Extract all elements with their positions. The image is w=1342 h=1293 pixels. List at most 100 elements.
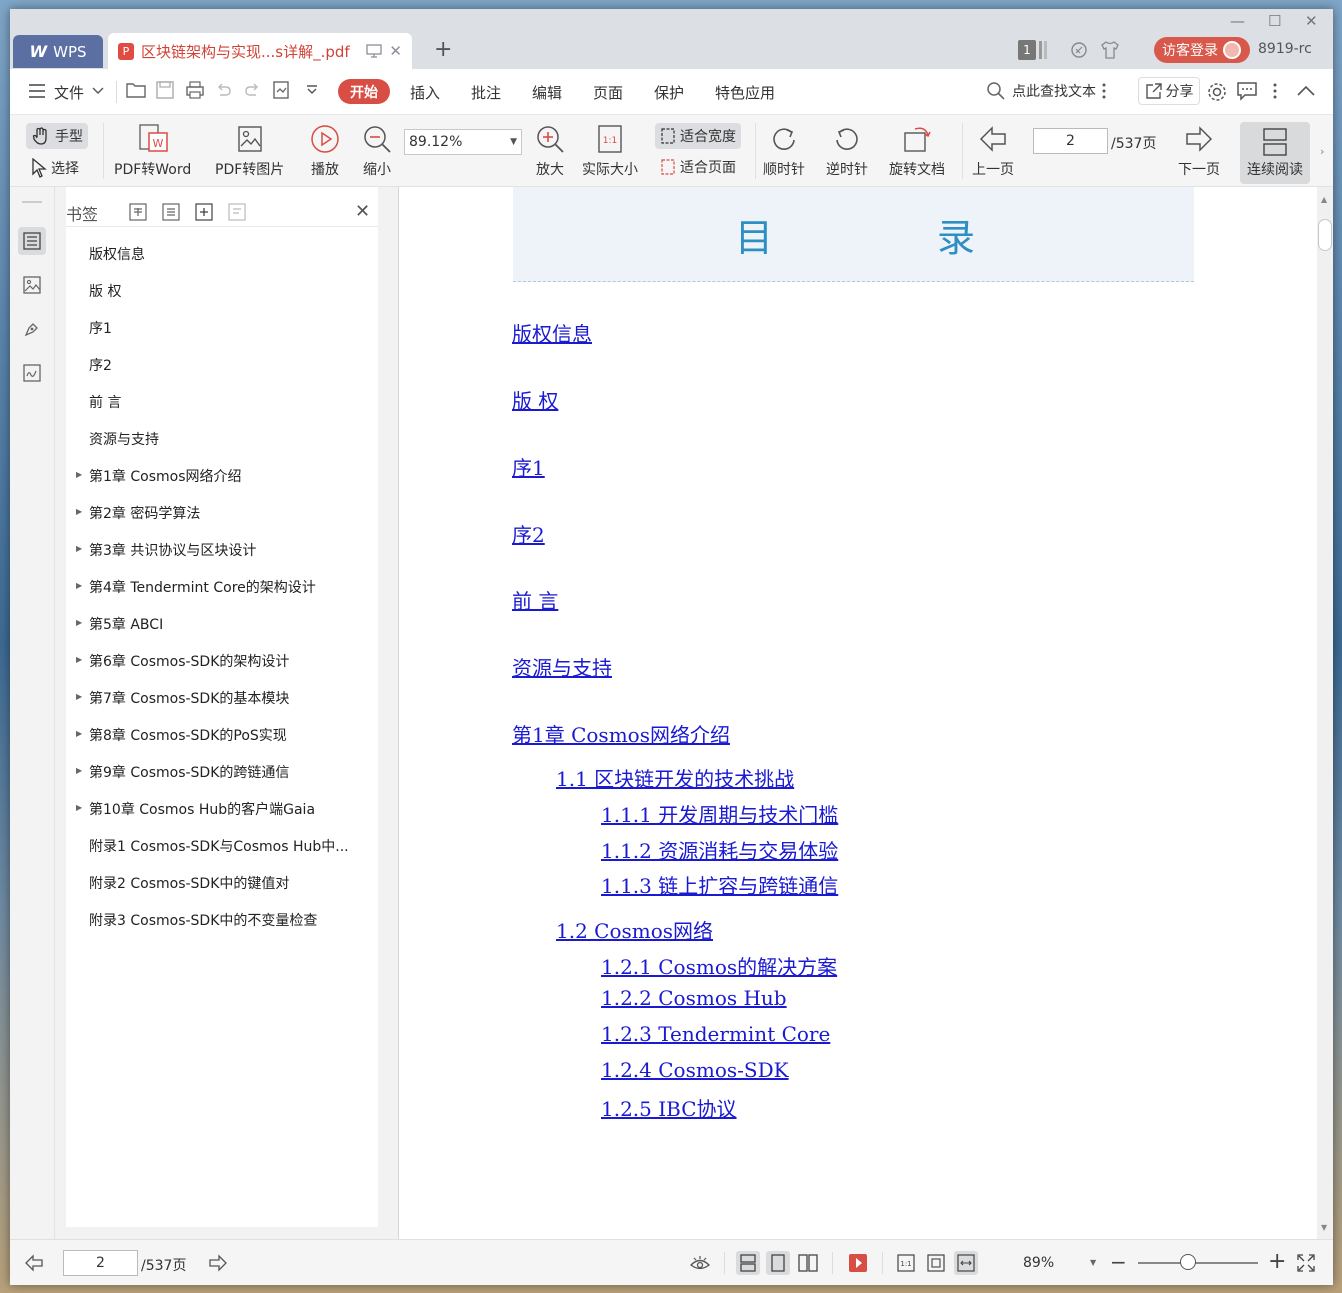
thumbnails-panel-icon[interactable] xyxy=(18,271,46,299)
toc-link[interactable]: 1.1 区块链开发的技术挑战 xyxy=(556,763,794,792)
hand-tool-button[interactable]: 手型 xyxy=(26,123,88,149)
bookmark-item[interactable]: 版 权 xyxy=(66,281,378,318)
bookmark-item[interactable]: 附录2 Cosmos-SDK中的键值对 xyxy=(66,873,378,910)
zoom-minus-button[interactable]: − xyxy=(1110,1250,1127,1274)
maximize-button[interactable]: ☐ xyxy=(1268,12,1281,30)
bookmark-item[interactable]: 版权信息 xyxy=(66,244,378,281)
hamburger-menu-icon[interactable] xyxy=(28,84,46,98)
tab-insert[interactable]: 插入 xyxy=(410,82,440,103)
toc-link[interactable]: 1.2.5 IBC协议 xyxy=(601,1093,737,1122)
close-tab-icon[interactable]: ✕ xyxy=(389,42,402,60)
expand-caret-icon[interactable]: ▶ xyxy=(76,544,82,553)
previous-page-button[interactable]: 上一页 xyxy=(972,123,1014,179)
bookmark-item[interactable]: ▶ 第1章 Cosmos网络介绍 xyxy=(66,466,378,503)
file-menu-chevron-down-icon[interactable] xyxy=(92,87,104,95)
expand-caret-icon[interactable]: ▶ xyxy=(76,581,82,590)
bookmark-item[interactable]: ▶ 第2章 密码学算法 xyxy=(66,503,378,540)
fit-width-button[interactable]: 适合宽度 xyxy=(655,123,741,149)
bookmark-item[interactable]: 前 言 xyxy=(66,392,378,429)
two-page-view-icon[interactable] xyxy=(796,1251,820,1275)
toolbar-scroll-right-icon[interactable]: › xyxy=(1320,145,1324,158)
toc-link[interactable]: 1.2.2 Cosmos Hub xyxy=(601,986,787,1010)
status-next-page-icon[interactable] xyxy=(206,1251,230,1275)
play-button[interactable]: 播放 xyxy=(310,123,340,179)
tab-protect[interactable]: 保护 xyxy=(654,82,684,103)
scroll-up-icon[interactable]: ▲ xyxy=(1321,195,1327,204)
tab-edit[interactable]: 编辑 xyxy=(532,82,562,103)
status-prev-page-icon[interactable] xyxy=(22,1251,46,1275)
wps-home-tab[interactable]: W WPS xyxy=(13,35,103,68)
find-text-search[interactable]: 点此查找文本 xyxy=(986,81,1106,101)
zoom-level-select[interactable]: 89.12% ▼ xyxy=(404,129,522,155)
rotate-counterclockwise-button[interactable]: 逆时针 xyxy=(826,123,868,179)
toc-link[interactable]: 1.2 Cosmos网络 xyxy=(556,915,713,944)
next-page-button[interactable]: 下一页 xyxy=(1178,123,1220,179)
actual-size-status-icon[interactable]: 1:1 xyxy=(894,1251,918,1275)
expand-caret-icon[interactable]: ▶ xyxy=(76,729,82,738)
settings-gear-icon[interactable] xyxy=(1206,81,1228,103)
bookmark-item[interactable]: ▶ 第3章 共识协议与区块设计 xyxy=(66,540,378,577)
zoom-plus-button[interactable]: + xyxy=(1268,1249,1286,1274)
guest-login-button[interactable]: 访客登录 xyxy=(1154,37,1250,63)
pin-tab-icon[interactable] xyxy=(366,44,383,58)
toc-link[interactable]: 前 言 xyxy=(512,585,558,614)
close-bookmark-panel-icon[interactable]: ✕ xyxy=(355,201,370,222)
vertical-scrollbar[interactable]: ▲ ▼ xyxy=(1317,187,1333,1239)
status-page-input[interactable]: 2 xyxy=(63,1250,138,1276)
bookmark-item[interactable]: ▶ 第5章 ABCI xyxy=(66,614,378,651)
bookmark-item[interactable]: ▶ 第9章 Cosmos-SDK的跨链通信 xyxy=(66,762,378,799)
expand-caret-icon[interactable]: ▶ xyxy=(76,618,82,627)
export-image-icon[interactable] xyxy=(272,81,292,99)
bookmark-item[interactable]: ▶ 第8章 Cosmos-SDK的PoS实现 xyxy=(66,725,378,762)
collapse-ribbon-chevron-up-icon[interactable] xyxy=(1297,86,1315,96)
bookmark-item[interactable]: ▶ 第7章 Cosmos-SDK的基本模块 xyxy=(66,688,378,725)
zoom-out-button[interactable]: 缩小 xyxy=(362,123,392,179)
bookmark-item[interactable]: 附录3 Cosmos-SDK中的不变量检查 xyxy=(66,910,378,947)
toc-link[interactable]: 资源与支持 xyxy=(512,652,612,681)
collapse-all-icon[interactable] xyxy=(162,203,180,221)
bookmark-item[interactable]: ▶ 第10章 Cosmos Hub的客户端Gaia xyxy=(66,799,378,836)
zoom-in-button[interactable]: 放大 xyxy=(535,123,565,179)
fit-page-status-icon[interactable] xyxy=(924,1251,948,1275)
toc-link[interactable]: 版权信息 xyxy=(512,318,592,347)
redo-icon[interactable] xyxy=(244,81,262,99)
scroll-thumb[interactable] xyxy=(1318,219,1332,251)
toc-link[interactable]: 第1章 Cosmos网络介绍 xyxy=(512,719,730,748)
select-tool-button[interactable]: 选择 xyxy=(26,155,84,181)
add-bookmark-icon[interactable] xyxy=(195,203,213,221)
eye-protection-icon[interactable] xyxy=(688,1251,712,1275)
shirt-icon[interactable] xyxy=(1100,41,1120,59)
expand-caret-icon[interactable]: ▶ xyxy=(76,507,82,516)
continuous-view-icon[interactable] xyxy=(736,1251,760,1275)
single-page-view-icon[interactable] xyxy=(766,1251,790,1275)
expand-caret-icon[interactable]: ▶ xyxy=(76,692,82,701)
toc-link[interactable]: 序2 xyxy=(512,519,545,548)
more-chevron-down-icon[interactable] xyxy=(306,85,318,95)
document-tab[interactable]: P 区块链架构与实现...s详解_.pdf ✕ xyxy=(108,33,412,69)
signature-panel-icon[interactable] xyxy=(18,359,46,387)
expand-all-icon[interactable] xyxy=(129,203,147,221)
rotate-clockwise-button[interactable]: 顺时针 xyxy=(763,123,805,179)
bookmark-properties-icon[interactable] xyxy=(228,203,246,221)
pdf-to-image-button[interactable]: PDF转图片 xyxy=(215,123,284,179)
search-options-icon[interactable] xyxy=(1102,83,1106,99)
bookmark-item[interactable]: 附录1 Cosmos-SDK与Cosmos Hub中... xyxy=(66,836,378,873)
toc-link[interactable]: 1.1.2 资源消耗与交易体验 xyxy=(601,835,838,864)
toc-link[interactable]: 1.2.1 Cosmos的解决方案 xyxy=(601,951,837,980)
fullscreen-icon[interactable] xyxy=(1294,1251,1318,1275)
print-icon[interactable] xyxy=(185,81,205,99)
actual-size-button[interactable]: 1:1 实际大小 xyxy=(582,123,638,179)
slideshow-play-icon[interactable] xyxy=(846,1251,870,1275)
fit-page-button[interactable]: 适合页面 xyxy=(655,154,741,180)
save-icon[interactable] xyxy=(156,81,174,99)
share-button[interactable]: 分享 xyxy=(1138,77,1200,105)
tab-page[interactable]: 页面 xyxy=(593,82,623,103)
toc-link[interactable]: 版 权 xyxy=(512,385,558,414)
bookmark-item[interactable]: 序1 xyxy=(66,318,378,355)
status-zoom-value[interactable]: 89% xyxy=(1023,1255,1054,1271)
window-count-badge[interactable]: 1 xyxy=(1018,40,1036,60)
pdf-to-word-button[interactable]: W PDF转Word xyxy=(114,123,191,179)
bookmark-item[interactable]: ▶ 第6章 Cosmos-SDK的架构设计 xyxy=(66,651,378,688)
expand-caret-icon[interactable]: ▶ xyxy=(76,803,82,812)
expand-caret-icon[interactable]: ▶ xyxy=(76,766,82,775)
